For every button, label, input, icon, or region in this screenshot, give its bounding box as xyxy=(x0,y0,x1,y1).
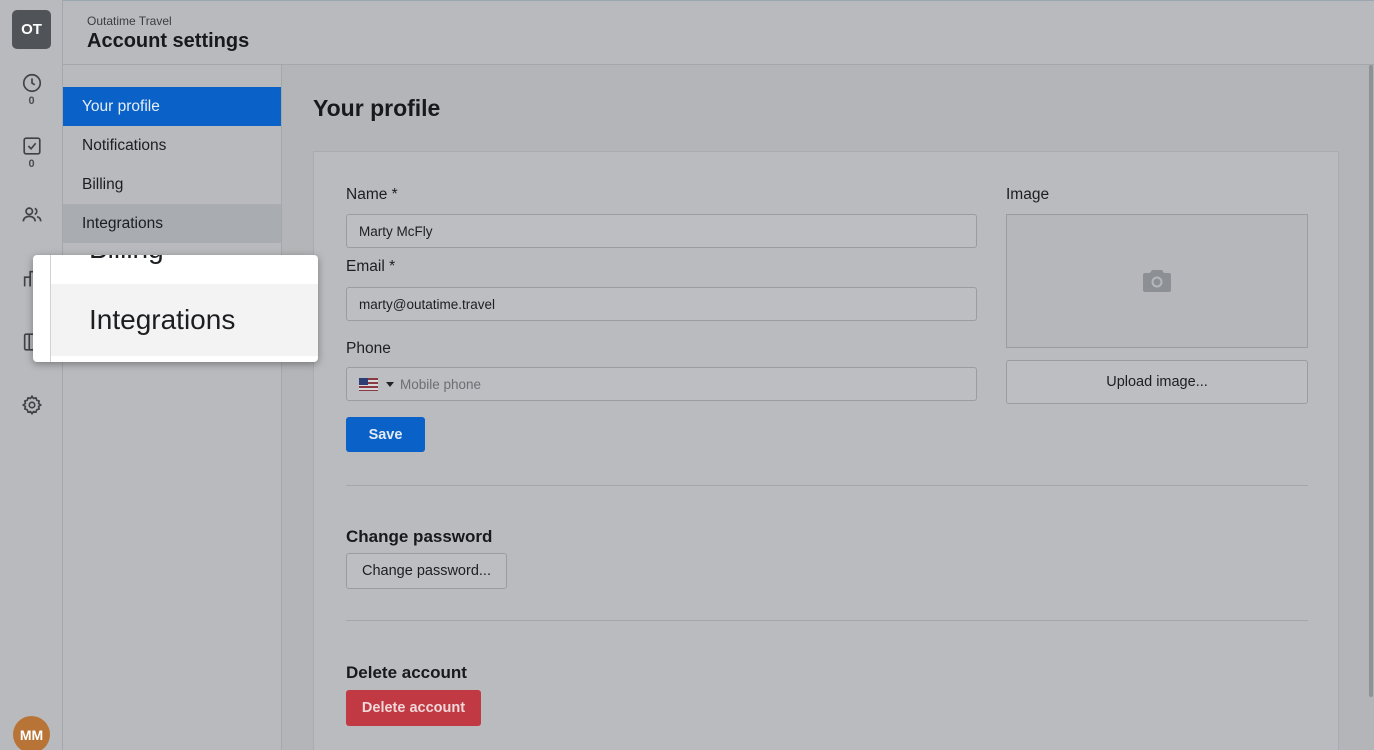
chevron-down-icon[interactable] xyxy=(386,381,394,387)
rail-count: 0 xyxy=(28,158,35,170)
image-label: Image xyxy=(1006,186,1050,203)
settings-nav-notifications[interactable]: Notifications xyxy=(63,126,281,165)
page-title: Account settings xyxy=(87,30,250,52)
scrollbar[interactable] xyxy=(1369,65,1373,697)
org-name: Outatime Travel xyxy=(87,14,172,28)
rail-count: 0 xyxy=(28,95,35,107)
change-password-title: Change password xyxy=(346,527,493,546)
save-button[interactable]: Save xyxy=(346,417,425,452)
org-badge[interactable]: OT xyxy=(12,10,51,49)
delete-account-title: Delete account xyxy=(346,663,467,682)
flag-us-icon[interactable] xyxy=(359,377,378,391)
zoom-integrations-label: Integrations xyxy=(89,304,236,335)
phone-placeholder: Mobile phone xyxy=(400,376,482,392)
users-icon xyxy=(21,207,42,222)
zoom-callout: Billing Integrations xyxy=(33,255,318,362)
email-value: marty@outatime.travel xyxy=(359,296,495,312)
zoom-billing-label: Billing xyxy=(89,255,164,265)
name-label: Name * xyxy=(346,186,398,203)
settings-nav: Your profile Notifications Billing Integ… xyxy=(63,65,282,750)
divider xyxy=(346,485,1308,486)
app-rail: OT 0 0 MM xyxy=(0,0,63,750)
settings-nav-integrations[interactable]: Integrations xyxy=(63,204,281,243)
gear-icon xyxy=(21,394,42,416)
divider xyxy=(346,620,1308,621)
user-avatar[interactable]: MM xyxy=(13,716,50,750)
clock-icon xyxy=(22,73,41,93)
change-password-button[interactable]: Change password... xyxy=(346,553,507,589)
name-input[interactable]: Marty McFly xyxy=(346,214,977,248)
main-content: Your profile Name * Marty McFly Email * … xyxy=(282,65,1374,750)
email-input[interactable]: marty@outatime.travel xyxy=(346,287,977,321)
rail-item-tasks[interactable]: 0 xyxy=(0,135,63,170)
email-label: Email * xyxy=(346,258,396,275)
section-heading: Your profile xyxy=(313,95,441,121)
phone-input[interactable]: Mobile phone xyxy=(346,367,977,401)
image-dropzone[interactable] xyxy=(1006,214,1308,348)
rail-item-recent[interactable]: 0 xyxy=(0,72,63,107)
camera-icon xyxy=(1143,270,1171,292)
settings-nav-billing[interactable]: Billing xyxy=(63,165,281,204)
checkbox-icon xyxy=(22,137,41,155)
rail-item-contacts[interactable] xyxy=(0,204,63,226)
name-value: Marty McFly xyxy=(359,223,433,239)
delete-account-button[interactable]: Delete account xyxy=(346,690,481,726)
profile-card: Name * Marty McFly Email * marty@outatim… xyxy=(313,151,1339,750)
phone-label: Phone xyxy=(346,340,391,357)
settings-nav-your-profile[interactable]: Your profile xyxy=(63,87,281,126)
rail-item-settings[interactable] xyxy=(0,394,63,416)
upload-image-button[interactable]: Upload image... xyxy=(1006,360,1308,404)
page-header: Outatime Travel Account settings xyxy=(63,0,1374,65)
zoom-integrations-item: Integrations xyxy=(51,284,318,356)
